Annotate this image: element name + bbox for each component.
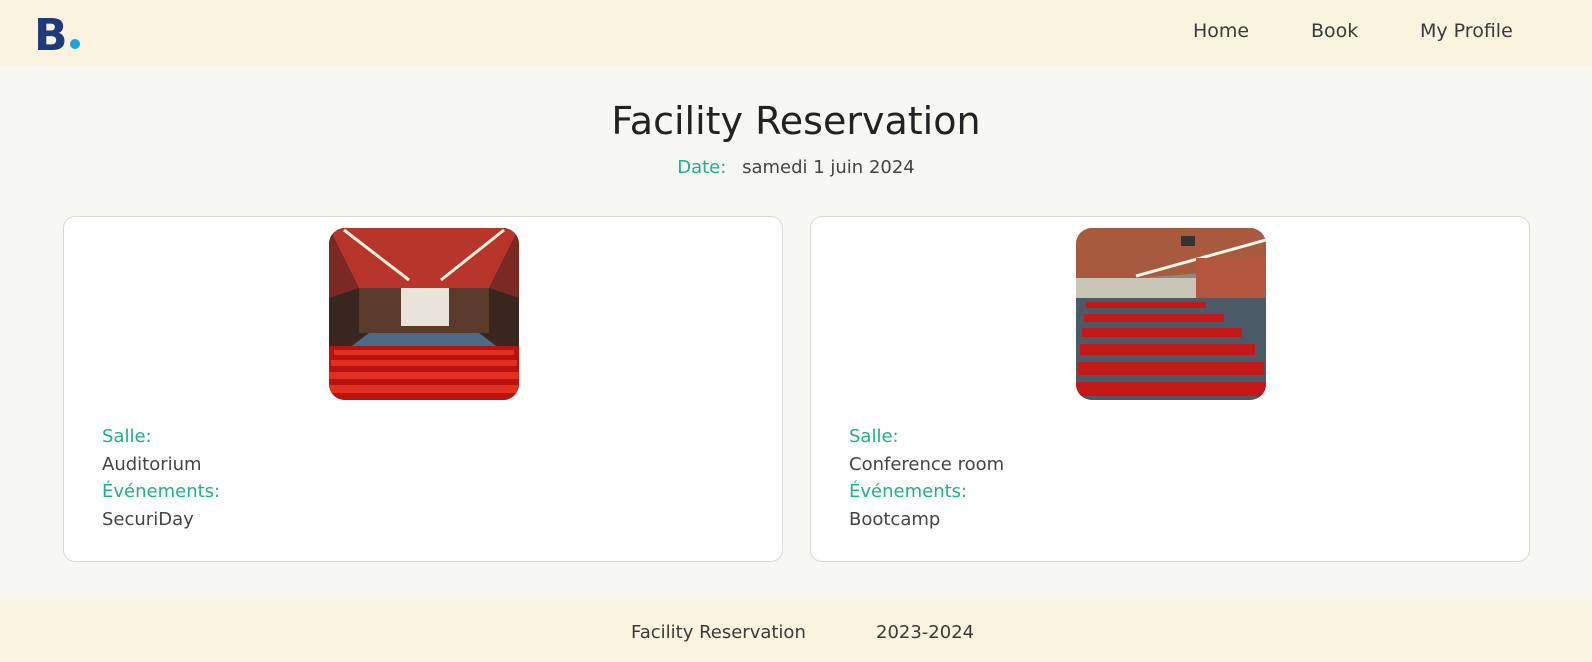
events-value: SecuriDay (102, 508, 194, 530)
page-title: Facility Reservation (611, 99, 981, 143)
events-label: Événements: (849, 481, 968, 502)
navbar: B Home Book My Profile (0, 0, 1592, 66)
footer: Facility Reservation 2023-2024 (0, 600, 1592, 662)
room-label: Salle: (849, 426, 899, 447)
facility-card[interactable]: Salle: Conference room Événements: Bootc… (810, 216, 1530, 562)
date-label: Date: (677, 157, 727, 178)
logo-dot (69, 39, 80, 49)
nav-link-book[interactable]: Book (1311, 16, 1358, 46)
room-value: Conference room (849, 453, 1005, 475)
facility-card[interactable]: Salle: Auditorium Événements: SecuriDay (63, 216, 783, 562)
footer-app-name: Facility Reservation (631, 622, 806, 643)
events-label: Événements: (102, 481, 221, 502)
nav-link-my-profile[interactable]: My Profile (1420, 16, 1513, 46)
room-label: Salle: (102, 426, 152, 447)
nav-link-home[interactable]: Home (1193, 16, 1249, 46)
conference-room-photo (1076, 228, 1266, 400)
events-value: Bootcamp (849, 508, 941, 530)
card-info: Salle: Conference room Événements: Bootc… (849, 423, 1004, 533)
date-value: samedi 1 juin 2024 (742, 157, 915, 178)
room-value: Auditorium (102, 453, 202, 475)
brand-logo[interactable]: B (34, 8, 80, 58)
logo-letter: B (34, 10, 68, 61)
date-line: Date: samedi 1 juin 2024 (0, 154, 1592, 182)
footer-year: 2023-2024 (876, 622, 975, 643)
card-info: Salle: Auditorium Événements: SecuriDay (102, 423, 220, 533)
auditorium-photo (329, 228, 519, 400)
